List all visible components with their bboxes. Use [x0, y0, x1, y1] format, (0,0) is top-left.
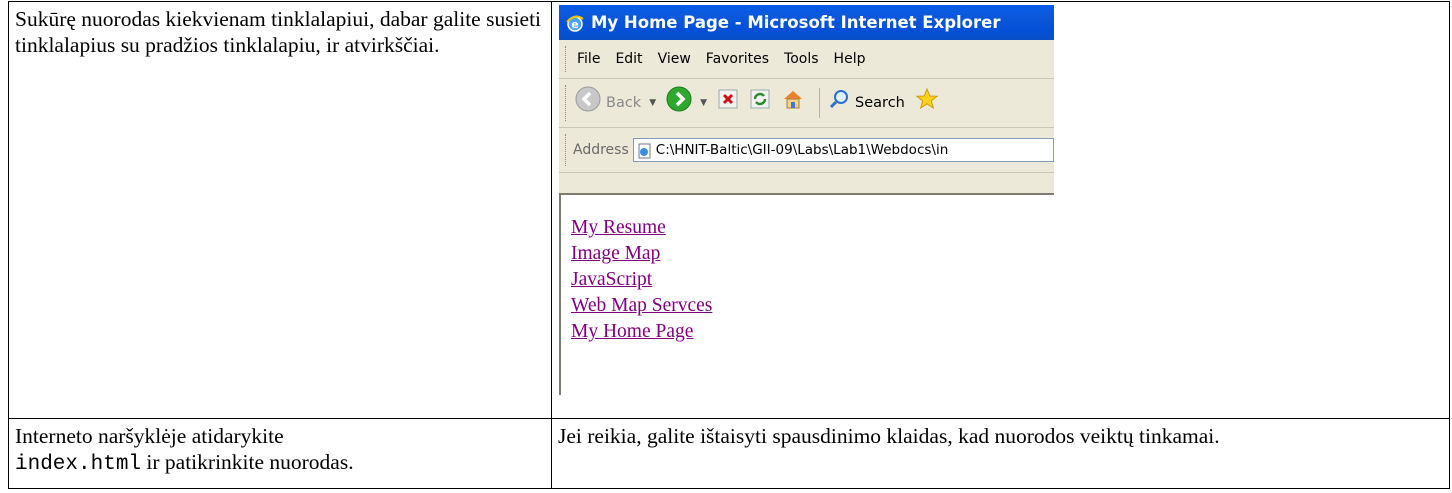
note-text: Jei reikia, galite ištaisyti spausdinimo… — [558, 424, 1220, 448]
link-my-resume[interactable]: My Resume — [571, 215, 1054, 241]
svg-text:e: e — [571, 18, 578, 31]
browser-title-bar: e My Home Page - Microsoft Internet Expl… — [559, 5, 1054, 40]
table-row: Interneto naršyklėje atidarykite index.h… — [8, 418, 1450, 489]
menu-edit[interactable]: Edit — [615, 46, 642, 72]
chevron-down-icon[interactable]: ▼ — [700, 90, 707, 116]
page-icon — [637, 142, 653, 159]
search-icon — [828, 88, 850, 119]
menu-bar: File Edit View Favorites Tools Help — [559, 40, 1054, 79]
note-cell: Jei reikia, galite ištaisyti spausdinimo… — [551, 418, 1450, 489]
refresh-button[interactable] — [749, 88, 771, 119]
toolbar-grip[interactable] — [565, 85, 569, 121]
code-filename: index.html — [15, 453, 142, 476]
table-row: Sukūrę nuorodas kiekvienam tinklalapiui,… — [8, 1, 1450, 419]
browser-content-area: My Resume Image Map JavaScript Web Map S… — [559, 193, 1054, 395]
menu-tools[interactable]: Tools — [784, 46, 819, 72]
standard-toolbar: Back ▼ ▼ Search — [559, 79, 1054, 128]
toolbar-grip[interactable] — [565, 134, 569, 166]
instruction-cell: Sukūrę nuorodas kiekvienam tinklalapiui,… — [8, 1, 552, 419]
home-button[interactable] — [781, 87, 805, 120]
menu-favorites[interactable]: Favorites — [706, 46, 769, 72]
menu-view[interactable]: View — [658, 46, 691, 72]
back-arrow-icon — [575, 86, 601, 121]
link-web-map-services[interactable]: Web Map Servces — [571, 293, 1054, 319]
browser-window-screenshot: e My Home Page - Microsoft Internet Expl… — [559, 5, 1054, 395]
instruction-table: Sukūrę nuorodas kiekvienam tinklalapiui,… — [8, 1, 1450, 489]
address-bar: Address C:\HNIT-Baltic\GII-09\Labs\Lab1\… — [559, 128, 1054, 173]
home-icon — [781, 87, 805, 120]
toolbar-grip[interactable] — [565, 46, 569, 72]
address-value: C:\HNIT-Baltic\GII-09\Labs\Lab1\Webdocs\… — [655, 142, 949, 158]
stop-icon — [717, 88, 739, 119]
favorites-button[interactable] — [915, 87, 939, 120]
menu-help[interactable]: Help — [834, 46, 866, 72]
instruction-cell: Interneto naršyklėje atidarykite index.h… — [8, 418, 552, 489]
instruction-text-before: Interneto naršyklėje atidarykite — [15, 424, 284, 448]
back-button[interactable]: Back ▼ — [575, 86, 656, 121]
address-label: Address — [573, 142, 629, 158]
search-label: Search — [855, 95, 905, 111]
refresh-icon — [749, 88, 771, 119]
ie-logo-icon: e — [565, 13, 585, 33]
instruction-text: Sukūrę nuorodas kiekvienam tinklalapiui,… — [15, 7, 542, 57]
address-input[interactable]: C:\HNIT-Baltic\GII-09\Labs\Lab1\Webdocs\… — [632, 138, 1054, 162]
back-label: Back — [606, 95, 642, 111]
screenshot-cell: e My Home Page - Microsoft Internet Expl… — [551, 1, 1450, 419]
forward-button[interactable]: ▼ — [666, 86, 707, 121]
instruction-text-after: ir patikrinkite nuorodas. — [146, 450, 354, 474]
search-button[interactable]: Search — [828, 88, 905, 119]
forward-arrow-icon — [666, 86, 692, 121]
star-icon — [915, 87, 939, 120]
link-my-home-page[interactable]: My Home Page — [571, 319, 1054, 345]
link-javascript[interactable]: JavaScript — [571, 267, 1054, 293]
link-image-map[interactable]: Image Map — [571, 241, 1054, 267]
toolbar-separator — [819, 88, 821, 118]
chevron-down-icon[interactable]: ▼ — [649, 90, 656, 116]
stop-button[interactable] — [717, 88, 739, 119]
browser-title: My Home Page - Microsoft Internet Explor… — [591, 12, 1001, 32]
menu-file[interactable]: File — [577, 46, 600, 72]
